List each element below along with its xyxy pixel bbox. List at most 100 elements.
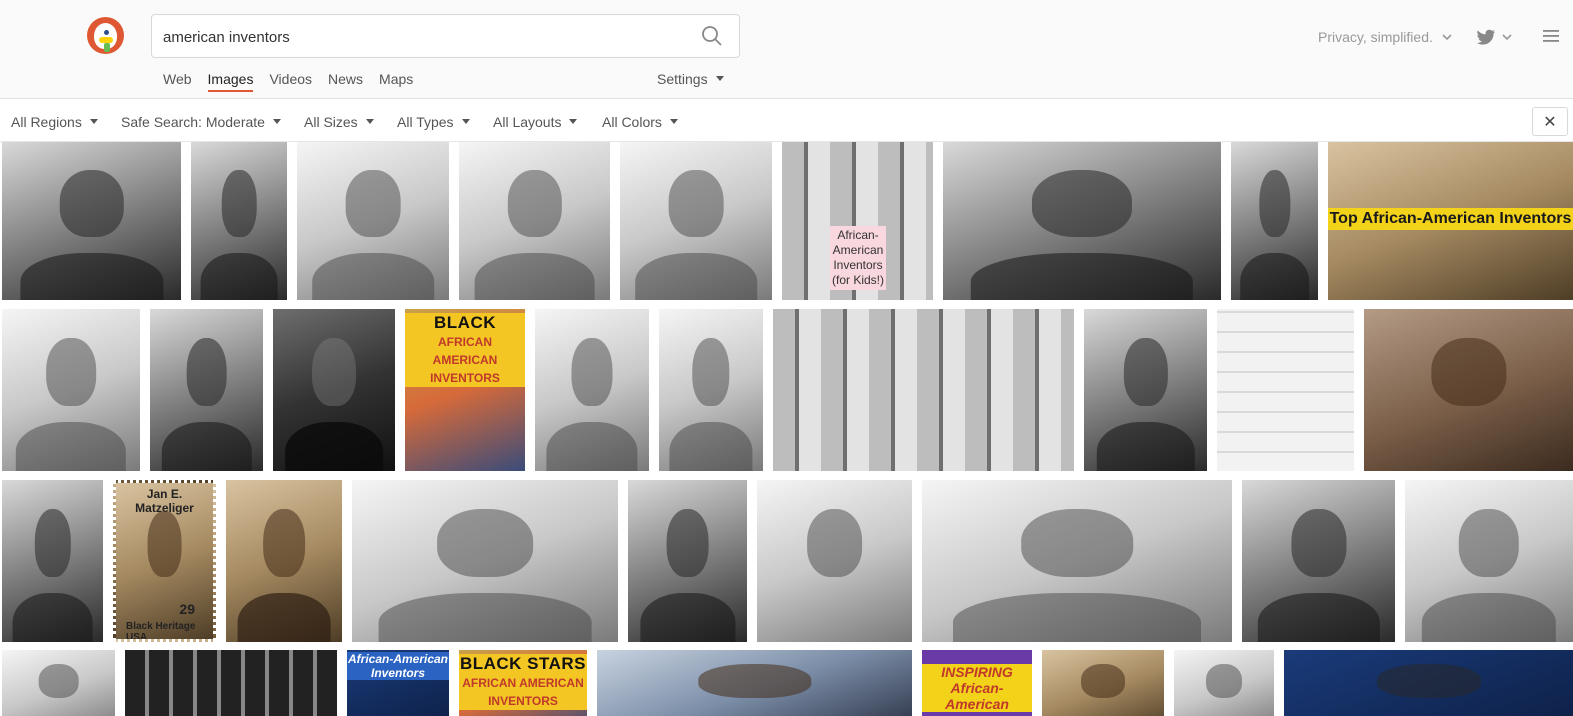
logo-tie: [104, 43, 110, 52]
image-caption: AFRICAN AMERICAN INVENTORS: [459, 674, 587, 710]
image-result[interactable]: [1364, 309, 1573, 471]
chevron-down-icon: [715, 76, 724, 81]
image-caption: INSPIRING African-American: [922, 664, 1032, 712]
image-result[interactable]: [2, 142, 181, 300]
portrait-head: [697, 664, 812, 698]
image-result[interactable]: [922, 480, 1232, 642]
portrait-head: [806, 509, 863, 578]
portrait-body: [1421, 593, 1557, 642]
image-caption: Black Heritage USA: [126, 621, 196, 642]
portrait-body: [1239, 252, 1310, 300]
close-icon: ✕: [1543, 113, 1557, 131]
image-result[interactable]: [659, 309, 763, 471]
tagline-dropdown[interactable]: Privacy, simplified.: [1318, 28, 1452, 46]
twitter-icon[interactable]: [1476, 27, 1514, 47]
image-caption: Top African-American Inventors: [1328, 208, 1573, 230]
portrait-head: [1021, 509, 1133, 578]
image-result[interactable]: [620, 142, 772, 300]
image-result[interactable]: [535, 309, 649, 471]
chevron-down-icon: [272, 119, 281, 124]
image-result[interactable]: [1405, 480, 1573, 642]
image-caption: African-American Inventors: [347, 652, 449, 680]
portrait-head: [147, 511, 182, 577]
portrait-body: [15, 422, 127, 471]
image-result[interactable]: [2, 650, 115, 716]
portrait-body: [200, 252, 278, 300]
image-result[interactable]: Top African-American Inventors: [1328, 142, 1573, 300]
filter-type-label: All Types: [397, 114, 454, 130]
filter-bar: All Regions Safe Search: Moderate All Si…: [0, 100, 1573, 142]
menu-icon[interactable]: [1543, 28, 1559, 44]
search-input[interactable]: [163, 25, 683, 49]
image-result[interactable]: [1231, 142, 1318, 300]
portrait-body: [378, 593, 592, 642]
image-result[interactable]: [297, 142, 449, 300]
tab-web[interactable]: Web: [163, 70, 192, 92]
portrait-head: [38, 664, 79, 698]
filter-size[interactable]: All Sizes: [304, 113, 374, 131]
image-caption: AFRICAN AMERICAN INVENTORS: [405, 333, 525, 387]
filter-safe-search[interactable]: Safe Search: Moderate: [121, 113, 281, 131]
chevron-down-icon: [461, 119, 470, 124]
duckduckgo-logo[interactable]: [87, 17, 124, 54]
image-result[interactable]: [2, 309, 140, 471]
filter-color[interactable]: All Colors: [602, 113, 678, 131]
portrait-head: [1031, 170, 1133, 237]
portrait-head: [312, 338, 356, 407]
filter-layout-label: All Layouts: [493, 114, 562, 130]
tab-videos[interactable]: Videos: [269, 70, 312, 92]
tab-maps[interactable]: Maps: [379, 70, 413, 92]
image-result[interactable]: [597, 650, 912, 716]
image-result[interactable]: Jan E. Matzeliger Black Heritage USA 29: [113, 480, 216, 642]
portrait-head: [1123, 338, 1168, 407]
image-result[interactable]: [1217, 309, 1354, 471]
image-result[interactable]: [1042, 650, 1164, 716]
portrait-body: [1257, 593, 1380, 642]
image-result[interactable]: [150, 309, 263, 471]
chevron-down-icon: [1442, 34, 1452, 41]
chevron-down-icon: [669, 119, 678, 124]
image-caption: BLACK STARS: [459, 654, 587, 674]
settings-dropdown[interactable]: Settings: [657, 70, 724, 88]
portrait-head: [1290, 509, 1347, 578]
portrait-head: [1376, 664, 1481, 698]
image-result[interactable]: [773, 309, 1074, 471]
search-icon[interactable]: [701, 25, 723, 47]
image-result[interactable]: [1242, 480, 1395, 642]
filter-layout[interactable]: All Layouts: [493, 113, 578, 131]
filter-region[interactable]: All Regions: [11, 113, 98, 131]
header: Web Images Videos News Maps Settings Pri…: [0, 0, 1573, 99]
chevron-down-icon: [365, 119, 374, 124]
portrait-body: [546, 422, 638, 471]
image-result[interactable]: [226, 480, 342, 642]
image-result[interactable]: African-American Inventors (for Kids!): [782, 142, 933, 300]
tagline-text: Privacy, simplified.: [1318, 29, 1433, 45]
image-result[interactable]: [1284, 650, 1573, 716]
image-result[interactable]: [1174, 650, 1274, 716]
image-result[interactable]: BLACK STARS AFRICAN AMERICAN INVENTORS: [405, 309, 525, 471]
image-result[interactable]: [352, 480, 618, 642]
image-result[interactable]: BLACK STARS AFRICAN AMERICAN INVENTORS: [459, 650, 587, 716]
image-result[interactable]: [943, 142, 1221, 300]
image-result[interactable]: [2, 480, 103, 642]
portrait-body: [474, 252, 595, 300]
image-result[interactable]: [757, 480, 912, 642]
filter-type[interactable]: All Types: [397, 113, 470, 131]
portrait-head: [59, 170, 124, 237]
image-result[interactable]: [1084, 309, 1207, 471]
image-result[interactable]: African-American Inventors: [347, 650, 449, 716]
portrait-body: [635, 252, 757, 300]
image-result[interactable]: [273, 309, 395, 471]
portrait-head: [692, 338, 730, 407]
image-result[interactable]: [125, 650, 337, 716]
tab-news[interactable]: News: [328, 70, 363, 92]
image-result[interactable]: [191, 142, 287, 300]
close-filters-button[interactable]: ✕: [1532, 107, 1568, 136]
image-result[interactable]: [459, 142, 610, 300]
logo-eye: [104, 30, 109, 35]
image-caption: 29: [179, 601, 195, 617]
image-result[interactable]: INSPIRING African-American: [922, 650, 1032, 716]
portrait-head: [263, 509, 305, 578]
tab-images[interactable]: Images: [207, 70, 254, 92]
image-result[interactable]: [628, 480, 747, 642]
